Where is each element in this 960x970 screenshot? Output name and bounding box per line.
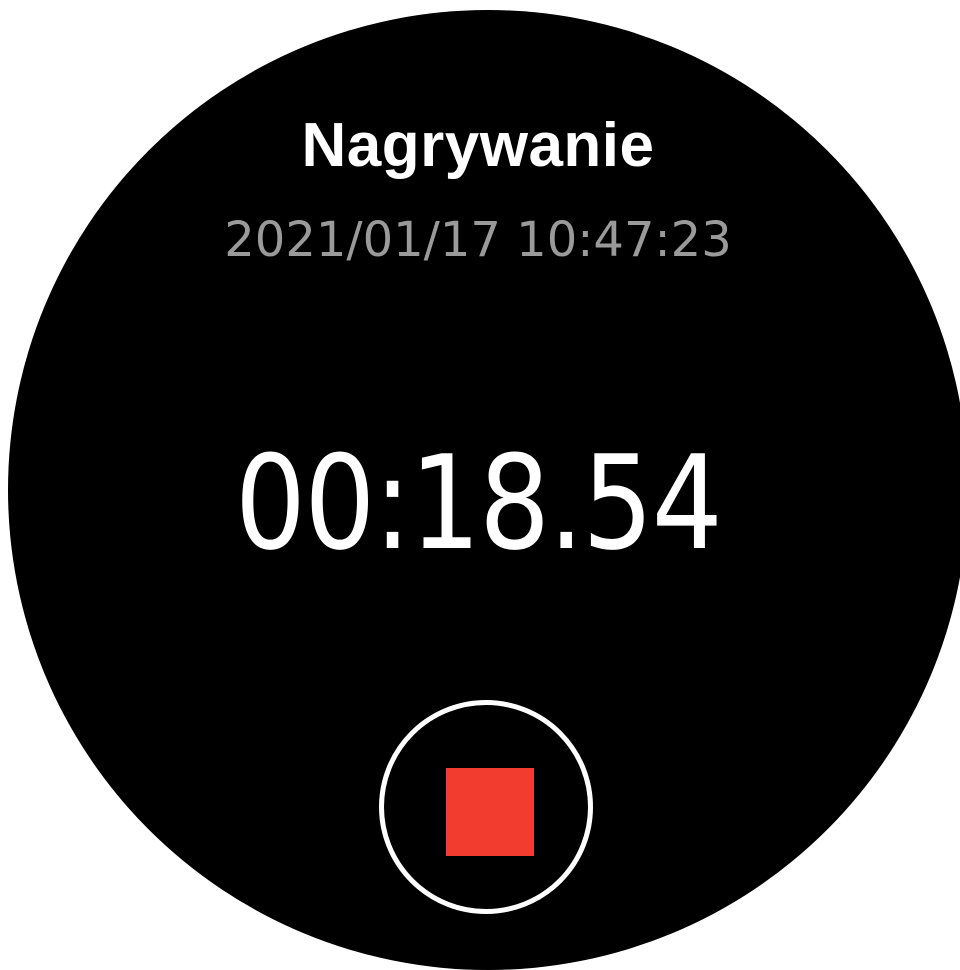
watch-screen: Nagrywanie 2021/01/17 10:47:23 00:18.54 [8, 10, 960, 970]
stop-recording-button[interactable] [379, 700, 593, 914]
stop-square-icon [446, 768, 534, 856]
recording-timestamp: 2021/01/17 10:47:23 [224, 212, 732, 268]
screen-title: Nagrywanie [301, 111, 655, 180]
elapsed-timer: 00:18.54 [234, 427, 723, 579]
